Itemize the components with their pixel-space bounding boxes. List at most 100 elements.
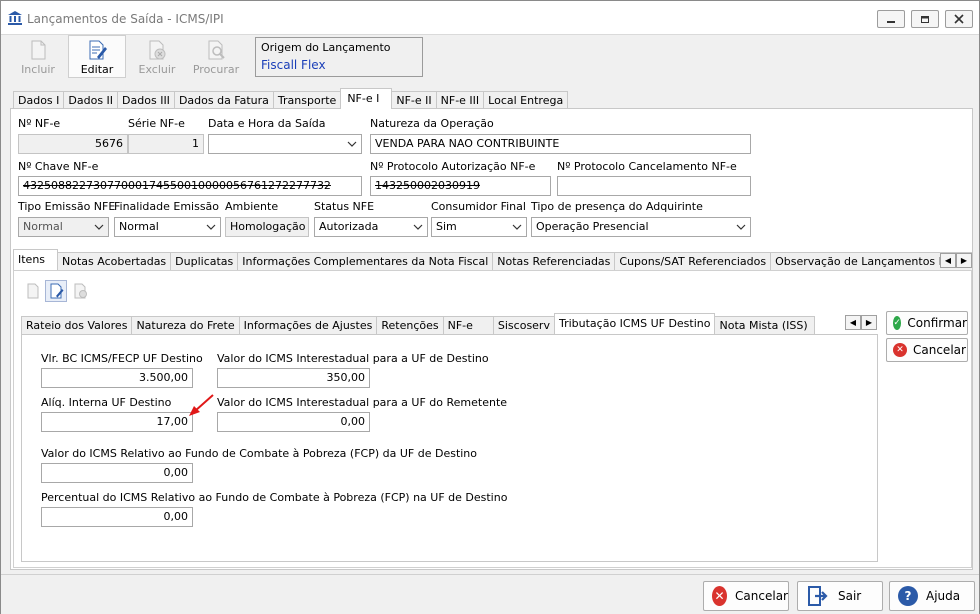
tab-retencoes[interactable]: Retenções: [376, 316, 444, 334]
restore-button[interactable]: [911, 10, 939, 28]
tab-cupons-sat[interactable]: Cupons/SAT Referenciados: [614, 252, 772, 270]
minimize-icon: [887, 21, 895, 23]
tab-dados-i[interactable]: Dados I: [13, 91, 65, 109]
item-delete-button[interactable]: [69, 280, 91, 302]
consumidor-value: Sim: [436, 220, 457, 233]
excluir-label: Excluir: [138, 63, 176, 76]
perc-fcp-field[interactable]: 0,00: [41, 507, 193, 527]
cancel-icon: ✕: [712, 586, 728, 606]
ajuda-label: Ajuda: [926, 589, 961, 603]
bottom-bar: ✕ Cancelar Sair ? Ajuda: [1, 574, 979, 614]
ambiente-field: Homologação: [225, 217, 309, 237]
tab-nfe-i[interactable]: NF-e I: [340, 88, 393, 109]
inter-rem-field[interactable]: 0,00: [217, 412, 370, 432]
minimize-button[interactable]: [877, 10, 905, 28]
tab-notas-referenciadas[interactable]: Notas Referenciadas: [492, 252, 616, 270]
search-document-icon: [208, 40, 225, 60]
tab-local-entrega[interactable]: Local Entrega: [483, 91, 569, 109]
procurar-label: Procurar: [192, 63, 240, 76]
presenca-value: Operação Presencial: [536, 220, 649, 233]
tab-natureza-frete[interactable]: Natureza do Frete: [131, 316, 240, 334]
status-value: Autorizada: [319, 220, 379, 233]
tab-itens[interactable]: Itens: [13, 249, 59, 270]
close-window-button[interactable]: [945, 10, 973, 28]
tab-nota-mista[interactable]: Nota Mista (ISS): [714, 316, 815, 334]
perc-fcp-label: Percentual do ICMS Relativo ao Fundo de …: [41, 491, 508, 504]
tab-rateio[interactable]: Rateio dos Valores: [21, 316, 133, 334]
scroll-left-button[interactable]: ◀: [940, 253, 956, 268]
tab-notas-acobertadas[interactable]: Notas Acobertadas: [57, 252, 172, 270]
tab-tributacao-icms[interactable]: Tributação ICMS UF Destino: [553, 313, 716, 334]
check-icon: ✓: [893, 316, 902, 330]
prot-canc-field[interactable]: [557, 176, 751, 196]
chevron-down-icon: [347, 141, 357, 147]
chevron-down-icon: [512, 224, 522, 230]
mid-tabs-scroll: ◀ ▶: [940, 253, 972, 268]
tab-nfe-ii[interactable]: NF-e II: [391, 91, 437, 109]
tipo-emissao-combo[interactable]: Normal: [18, 217, 109, 237]
prot-aut-field[interactable]: 143250002030919: [370, 176, 551, 196]
sair-button[interactable]: Sair: [797, 581, 883, 611]
inner-tabs-scroll: ◀ ▶: [845, 315, 877, 330]
prot-aut-label: Nº Protocolo Autorização NF-e: [370, 160, 536, 173]
origin-value: Fiscall Flex: [261, 58, 326, 72]
close-icon: [954, 14, 964, 24]
side-cancelar-button[interactable]: ✕ Cancelar: [886, 338, 968, 362]
prot-aut-value: 143250002030919: [375, 179, 480, 192]
chave-field[interactable]: 4325088227307700017455001000005676127227…: [18, 176, 362, 196]
aliq-label: Alíq. Interna UF Destino: [41, 396, 172, 409]
tab-siscoserv[interactable]: Siscoserv: [492, 316, 555, 334]
chevron-down-icon: [94, 224, 104, 230]
bc-field[interactable]: 3.500,00: [41, 368, 193, 388]
mid-tabs: Itens Notas Acobertadas Duplicatas Infor…: [13, 249, 974, 270]
item-edit-button[interactable]: [45, 280, 67, 302]
scroll-left-button[interactable]: ◀: [845, 315, 861, 330]
data-saida-combo[interactable]: [208, 134, 362, 154]
aliq-field[interactable]: 17,00: [41, 412, 193, 432]
cancel-icon: ✕: [893, 343, 907, 357]
exit-icon: [808, 586, 828, 606]
scroll-right-button[interactable]: ▶: [956, 253, 972, 268]
serie-label: Série NF-e: [128, 117, 185, 130]
item-new-button[interactable]: [22, 280, 44, 302]
chave-label: Nº Chave NF-e: [18, 160, 99, 173]
consumidor-label: Consumidor Final: [431, 200, 526, 213]
tab-inner-nfe[interactable]: NF-e: [442, 316, 494, 334]
natureza-label: Natureza da Operação: [370, 117, 494, 130]
ajuda-button[interactable]: ? Ajuda: [889, 581, 975, 611]
fcp-field[interactable]: 0,00: [41, 463, 193, 483]
inter-dest-field[interactable]: 350,00: [217, 368, 370, 388]
status-combo[interactable]: Autorizada: [314, 217, 428, 237]
finalidade-combo[interactable]: Normal: [114, 217, 221, 237]
chevron-down-icon: [413, 224, 423, 230]
natureza-field[interactable]: VENDA PARA NAO CONTRIBUINTE: [370, 134, 751, 154]
red-arrow-icon: [189, 394, 214, 416]
confirmar-button[interactable]: ✓ Confirmar: [886, 311, 968, 335]
tab-info-complementares[interactable]: Informações Complementares da Nota Fisca…: [237, 252, 494, 270]
edit-document-icon: [89, 40, 107, 60]
consumidor-combo[interactable]: Sim: [431, 217, 527, 237]
procurar-button[interactable]: Procurar: [187, 35, 245, 78]
excluir-button[interactable]: Excluir: [128, 35, 186, 78]
inter-dest-label: Valor do ICMS Interestadual para a UF de…: [217, 352, 489, 365]
scroll-right-button[interactable]: ▶: [861, 315, 877, 330]
tab-duplicatas[interactable]: Duplicatas: [170, 252, 239, 270]
cancelar-label: Cancelar: [735, 589, 788, 603]
bank-icon: [8, 11, 22, 25]
edit-document-icon: [50, 283, 64, 299]
nfe-i-panel: Nº NF-e 5676 Série NF-e 1 Data e Hora da…: [10, 108, 974, 570]
editar-button[interactable]: Editar: [68, 35, 126, 78]
itens-panel: Rateio dos Valores Natureza do Frete Inf…: [13, 270, 972, 568]
tab-nfe-iii[interactable]: NF-e III: [435, 91, 485, 109]
incluir-button[interactable]: Incluir: [9, 35, 67, 78]
tab-info-ajustes[interactable]: Informações de Ajustes: [238, 316, 378, 334]
presenca-combo[interactable]: Operação Presencial: [531, 217, 751, 237]
tab-dados-ii[interactable]: Dados II: [63, 91, 119, 109]
presenca-label: Tipo de presença do Adquirinte: [531, 200, 703, 213]
inner-tabs: Rateio dos Valores Natureza do Frete Inf…: [21, 313, 815, 334]
tab-dados-fatura[interactable]: Dados da Fatura: [173, 91, 274, 109]
tab-transporte[interactable]: Transporte: [272, 91, 342, 109]
tipo-emissao-label: Tipo Emissão NFE: [18, 200, 116, 213]
tab-dados-iii[interactable]: Dados III: [117, 91, 175, 109]
cancelar-button[interactable]: ✕ Cancelar: [703, 581, 789, 611]
